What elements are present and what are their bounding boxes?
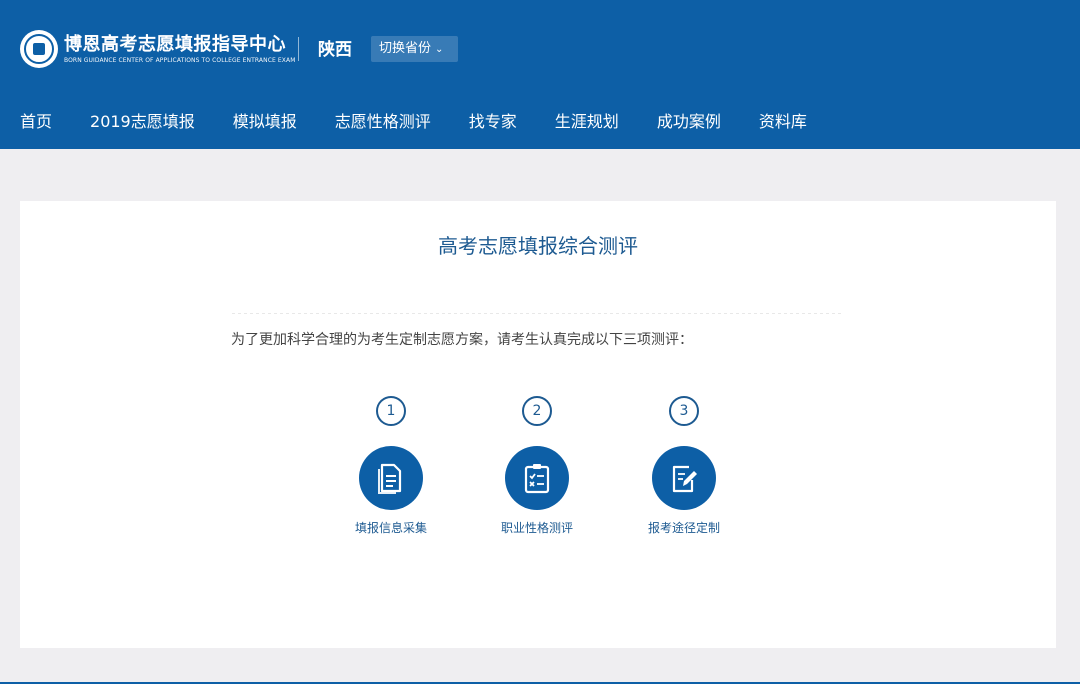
step-info-collection[interactable]: 1 填报信息采集	[331, 396, 451, 536]
step-label: 报考途径定制	[647, 521, 720, 535]
brand-subtitle: BORN GUIDANCE CENTER OF APPLICATIONS TO …	[64, 56, 296, 64]
main-nav: 首页 2019志愿填报 模拟填报 志愿性格测评 找专家 生涯规划 成功案例 资料…	[20, 110, 845, 134]
instruction-text: 为了更加科学合理的为考生定制志愿方案，请考生认真完成以下三项测评：	[231, 332, 693, 348]
site-header: 博恩高考志愿填报指导中心 BORN GUIDANCE CENTER OF APP…	[0, 0, 1080, 149]
step-personality-test[interactable]: 2 职业性格测评	[477, 396, 597, 536]
step-number: 3	[669, 396, 699, 426]
nav-item-personality-test[interactable]: 志愿性格测评	[335, 110, 431, 134]
page-title: 高考志愿填报综合测评	[438, 234, 638, 258]
logo-emblem-icon	[20, 30, 58, 68]
switch-province-label: 切换省份	[379, 41, 432, 56]
nav-item-home[interactable]: 首页	[20, 110, 52, 134]
nav-item-success-cases[interactable]: 成功案例	[657, 110, 721, 134]
nav-item-2019-application[interactable]: 2019志愿填报	[90, 110, 195, 134]
step-number: 2	[522, 396, 552, 426]
step-button-path-customization[interactable]	[652, 446, 716, 510]
step-button-personality-test[interactable]	[505, 446, 569, 510]
step-number: 1	[376, 396, 406, 426]
brand-name: 博恩高考志愿填报指导中心	[64, 33, 286, 55]
step-label: 填报信息采集	[354, 521, 427, 535]
switch-province-button[interactable]: 切换省份 ⌄	[371, 36, 458, 62]
nav-item-simulation[interactable]: 模拟填报	[233, 110, 297, 134]
assessment-card: 高考志愿填报综合测评 为了更加科学合理的为考生定制志愿方案，请考生认真完成以下三…	[20, 201, 1056, 648]
chevron-down-icon: ⌄	[435, 44, 444, 55]
dotted-divider	[232, 313, 842, 315]
edit-note-icon	[672, 465, 697, 493]
document-icon	[378, 463, 402, 494]
step-label: 职业性格测评	[500, 521, 573, 535]
header-divider	[298, 37, 299, 61]
clipboard-checklist-icon	[524, 464, 550, 494]
brand-logo[interactable]: 博恩高考志愿填报指导中心 BORN GUIDANCE CENTER OF APP…	[20, 28, 296, 70]
step-path-customization[interactable]: 3 报考途径定制	[624, 396, 744, 536]
current-province: 陕西	[318, 40, 352, 60]
nav-item-resources[interactable]: 资料库	[759, 110, 807, 134]
step-button-info-collection[interactable]	[359, 446, 423, 510]
nav-item-find-expert[interactable]: 找专家	[469, 110, 517, 134]
nav-item-career-planning[interactable]: 生涯规划	[555, 110, 619, 134]
